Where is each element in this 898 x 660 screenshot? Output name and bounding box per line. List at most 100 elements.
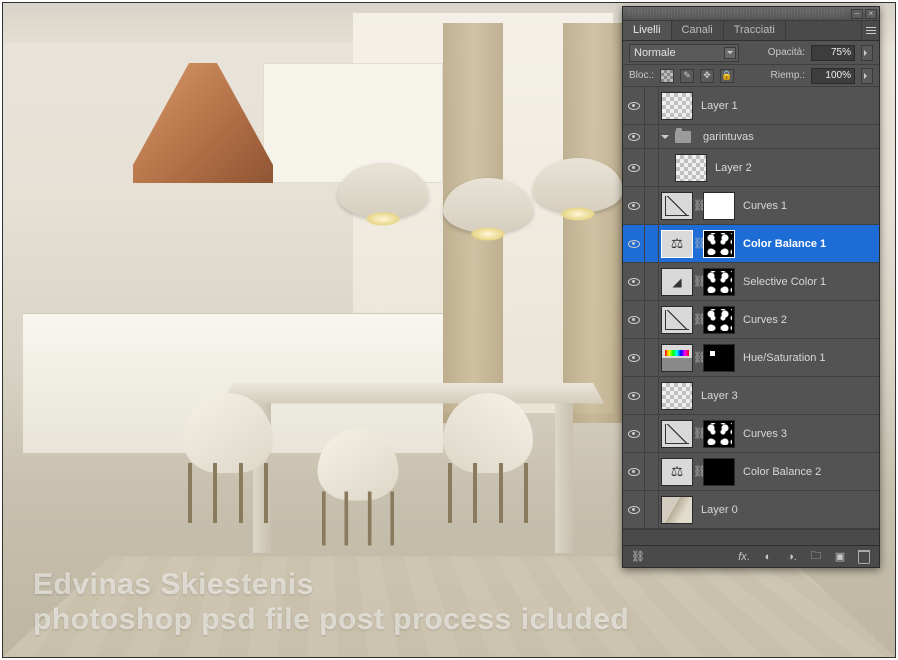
- mask-thumb[interactable]: [703, 344, 735, 372]
- visibility-toggle[interactable]: [623, 339, 645, 376]
- link-column: [645, 453, 659, 490]
- layer-name[interactable]: Layer 3: [701, 390, 879, 402]
- layer-row[interactable]: Layer 1: [623, 87, 879, 125]
- layer-name[interactable]: Curves 2: [743, 314, 879, 326]
- mask-link-icon[interactable]: ⛓: [693, 313, 701, 326]
- layer-row[interactable]: ⛓ Curves 1: [623, 187, 879, 225]
- group-toggle[interactable]: [659, 131, 671, 143]
- mask-thumb[interactable]: [703, 420, 735, 448]
- visibility-toggle[interactable]: [623, 125, 645, 148]
- layer-thumb[interactable]: [661, 92, 693, 120]
- layer-thumb[interactable]: [661, 496, 693, 524]
- fx-button[interactable]: fx.: [737, 550, 751, 564]
- mask-link-icon[interactable]: ⛓: [693, 237, 701, 250]
- fill-flyout-button[interactable]: [861, 68, 873, 84]
- visibility-toggle[interactable]: [623, 301, 645, 338]
- fill-input[interactable]: 100%: [811, 68, 855, 84]
- layer-name[interactable]: Hue/Saturation 1: [743, 352, 879, 364]
- layers-panel: – × Livelli Canali Tracciati Normale Opa…: [622, 6, 880, 568]
- mask-thumb[interactable]: [703, 458, 735, 486]
- blend-mode-select[interactable]: Normale: [629, 44, 739, 62]
- mask-link-icon[interactable]: ⛓: [693, 427, 701, 440]
- adjustment-thumb[interactable]: [661, 230, 693, 258]
- visibility-toggle[interactable]: [623, 453, 645, 490]
- opacity-input[interactable]: 75%: [811, 45, 855, 61]
- layer-row[interactable]: ⛓ Hue/Saturation 1: [623, 339, 879, 377]
- layer-row[interactable]: Layer 0: [623, 491, 879, 529]
- mask-link-icon[interactable]: ⛓: [693, 275, 701, 288]
- tab-channels[interactable]: Canali: [672, 21, 724, 40]
- lock-transparent-button[interactable]: [660, 69, 674, 83]
- minimize-button[interactable]: –: [851, 9, 863, 19]
- visibility-toggle[interactable]: [623, 491, 645, 528]
- layer-row[interactable]: ⛓ Color Balance 2: [623, 453, 879, 491]
- adjustment-thumb[interactable]: [661, 420, 693, 448]
- adjustment-thumb[interactable]: [661, 344, 693, 372]
- layer-name[interactable]: Layer 2: [715, 162, 879, 174]
- lock-all-button[interactable]: 🔒: [720, 69, 734, 83]
- tab-layers[interactable]: Livelli: [623, 21, 672, 40]
- layer-name[interactable]: Selective Color 1: [743, 276, 879, 288]
- layer-name[interactable]: Color Balance 2: [743, 466, 879, 478]
- lock-pixels-button[interactable]: ✎: [680, 69, 694, 83]
- layer-row[interactable]: Layer 3: [623, 377, 879, 415]
- tab-paths[interactable]: Tracciati: [724, 21, 786, 40]
- adjustment-thumb[interactable]: [661, 192, 693, 220]
- visibility-toggle[interactable]: [623, 225, 645, 262]
- close-button[interactable]: ×: [865, 9, 877, 19]
- link-layers-button[interactable]: ⛓: [631, 550, 645, 564]
- mask-thumb[interactable]: [703, 306, 735, 334]
- new-group-button[interactable]: 🗀: [809, 550, 823, 564]
- mask-thumb[interactable]: [703, 230, 735, 258]
- layer-name[interactable]: Curves 3: [743, 428, 879, 440]
- mask-link-icon[interactable]: ⛓: [693, 465, 701, 478]
- opacity-flyout-button[interactable]: [861, 45, 873, 61]
- visibility-toggle[interactable]: [623, 415, 645, 452]
- layer-name[interactable]: garintuvas: [703, 131, 879, 143]
- layer-row[interactable]: garintuvas: [623, 125, 879, 149]
- link-column: [645, 87, 659, 124]
- layer-name[interactable]: Layer 1: [701, 100, 879, 112]
- panel-spacer: [623, 529, 879, 545]
- link-column: [645, 263, 659, 300]
- eye-icon: [628, 278, 640, 286]
- visibility-toggle[interactable]: [623, 149, 645, 186]
- visibility-toggle[interactable]: [623, 87, 645, 124]
- visibility-toggle[interactable]: [623, 263, 645, 300]
- eye-icon: [628, 240, 640, 248]
- eye-icon: [628, 430, 640, 438]
- adjustment-thumb[interactable]: [661, 458, 693, 486]
- mask-thumb[interactable]: [703, 192, 735, 220]
- visibility-toggle[interactable]: [623, 187, 645, 224]
- layer-row[interactable]: Layer 2: [623, 149, 879, 187]
- chair: [173, 373, 283, 523]
- add-adjustment-button[interactable]: ◑.: [785, 550, 799, 564]
- layer-row[interactable]: ⛓ Curves 3: [623, 415, 879, 453]
- eye-icon: [628, 202, 640, 210]
- layer-name[interactable]: Layer 0: [701, 504, 879, 516]
- new-layer-button[interactable]: ▣: [833, 550, 847, 564]
- mask-thumb[interactable]: [703, 268, 735, 296]
- layer-row[interactable]: ⛓ Color Balance 1: [623, 225, 879, 263]
- layer-row[interactable]: ⛓ Curves 2: [623, 301, 879, 339]
- credit-text: Edvinas Skiestenis photoshop psd file po…: [33, 568, 629, 637]
- lock-position-button[interactable]: ✥: [700, 69, 714, 83]
- blend-opacity-row: Normale Opacità: 75%: [623, 41, 879, 65]
- adjustment-thumb[interactable]: [661, 306, 693, 334]
- layer-name[interactable]: Color Balance 1: [743, 238, 879, 250]
- mask-link-icon[interactable]: ⛓: [693, 199, 701, 212]
- delete-layer-button[interactable]: [857, 550, 871, 564]
- layer-row[interactable]: ⛓ Selective Color 1: [623, 263, 879, 301]
- panel-titlebar[interactable]: – ×: [623, 7, 879, 21]
- eye-icon: [628, 506, 640, 514]
- mask-link-icon[interactable]: ⛓: [693, 351, 701, 364]
- grip-icon[interactable]: [629, 10, 845, 18]
- layer-thumb[interactable]: [661, 382, 693, 410]
- link-column: [645, 339, 659, 376]
- panel-menu-button[interactable]: [861, 21, 879, 40]
- add-mask-button[interactable]: ◐: [761, 550, 775, 564]
- layer-thumb[interactable]: [675, 154, 707, 182]
- adjustment-thumb[interactable]: [661, 268, 693, 296]
- layer-name[interactable]: Curves 1: [743, 200, 879, 212]
- visibility-toggle[interactable]: [623, 377, 645, 414]
